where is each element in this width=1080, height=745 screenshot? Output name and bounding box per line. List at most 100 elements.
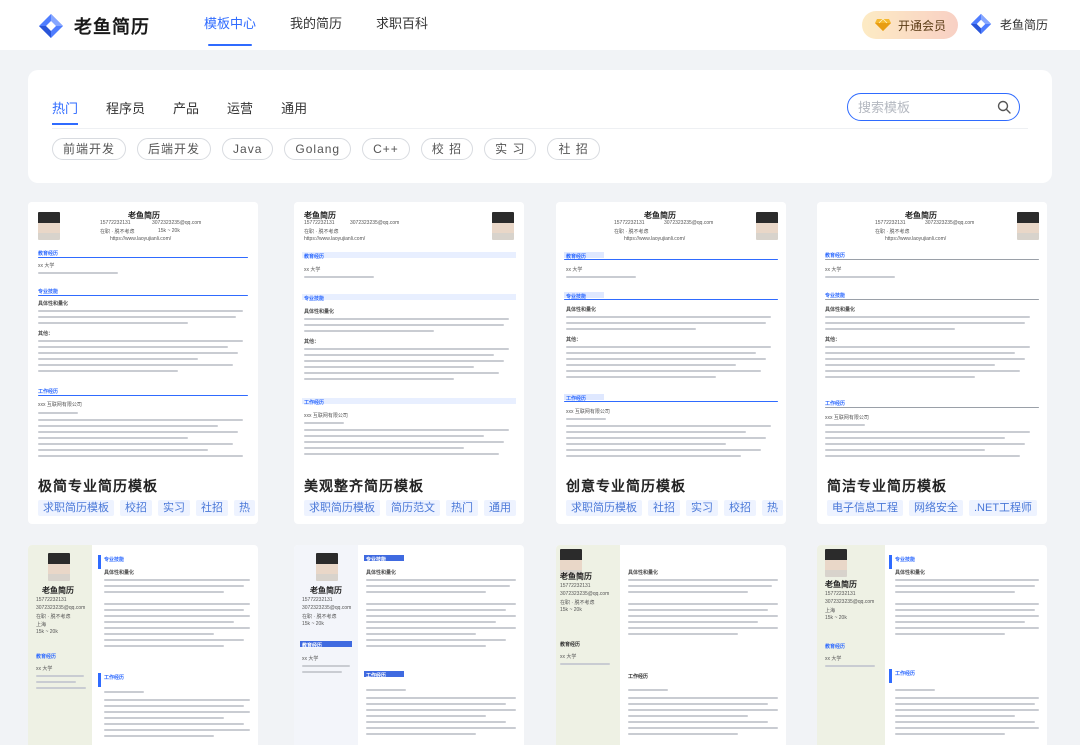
resume-phone: 15772232131	[36, 597, 67, 603]
card-tag[interactable]: 求职简历模板	[38, 500, 114, 516]
card-tag[interactable]: 网络安全	[909, 500, 963, 516]
card-tag[interactable]: .NET工程师	[969, 500, 1038, 516]
card-tag[interactable]: 实习	[158, 500, 190, 516]
tag-golang[interactable]: Golang	[284, 138, 352, 160]
resume-school: xx 大学	[38, 263, 55, 269]
tag-cpp[interactable]: C++	[362, 138, 410, 160]
section-work: 工作经历	[366, 673, 387, 679]
card-title[interactable]: 美观整齐简历模板	[304, 476, 424, 496]
resume-phone: 15772232131	[302, 597, 333, 603]
resume-company: xxx 互联网有限公司	[38, 402, 82, 408]
section-education: 教育经历	[825, 644, 846, 650]
vip-button[interactable]: 开通会员	[862, 11, 958, 39]
card-title[interactable]: 创意专业简历模板	[566, 476, 686, 496]
resume-phone: 15772232131	[304, 220, 335, 226]
section-education: 教育经历	[36, 654, 57, 660]
resume-phone: 15772232131	[875, 220, 906, 226]
card-tag[interactable]: 求职简历模板	[566, 500, 642, 516]
other-title: 其他：	[38, 331, 54, 337]
tag-campus[interactable]: 校 招	[420, 138, 474, 160]
card-tag[interactable]: 通用	[484, 500, 516, 516]
resume-city: 上海	[36, 622, 47, 628]
nav-job-wiki[interactable]: 求职百科	[376, 0, 428, 50]
card-tag[interactable]: 求职简历模板	[304, 500, 380, 516]
section-education: 教育经历	[38, 251, 59, 257]
card-tag[interactable]: 热	[234, 500, 255, 516]
site-logo[interactable]: 老鱼简历	[38, 13, 150, 39]
template-card[interactable]: 老鱼简历 15772232131 3072323235@qq.com 上海 15…	[817, 545, 1047, 745]
template-card[interactable]: 老鱼简历 15772232131 3072323235@qq.com 在职 · …	[294, 545, 524, 745]
tab-general[interactable]: 通用	[281, 98, 307, 117]
resume-status: 在职 · 脱不考虑	[304, 229, 339, 235]
card-title[interactable]: 极简专业简历模板	[38, 476, 158, 496]
tab-operations[interactable]: 运营	[227, 98, 253, 117]
section-skills: 专业技能	[825, 293, 846, 299]
divider	[52, 128, 1028, 129]
tab-programmer[interactable]: 程序员	[106, 98, 145, 117]
section-work: 工作经历	[304, 400, 325, 406]
section-education: 教育经历	[825, 253, 846, 259]
nav-template-center[interactable]: 模板中心	[204, 0, 256, 50]
section-education: 教育经历	[302, 643, 323, 649]
resume-email: 3072323235@qq.com	[36, 605, 86, 611]
card-title[interactable]: 简洁专业简历模板	[827, 476, 947, 496]
card-tag[interactable]: 实习	[686, 500, 718, 516]
other-title: 其他：	[304, 339, 320, 345]
template-card[interactable]: 老鱼简历 15772232131 3072323235@qq.com 在职 · …	[556, 545, 786, 745]
resume-school: xx 大学	[304, 267, 321, 273]
top-header: 老鱼简历 模板中心 我的简历 求职百科 开通会员 老鱼简历	[0, 0, 1080, 50]
resume-photo	[756, 212, 778, 240]
resume-phone: 15772232131	[100, 220, 131, 226]
card-tag[interactable]: 社招	[648, 500, 680, 516]
card-tag[interactable]: 电子信息工程	[827, 500, 903, 516]
tag-filters: 前端开发 后端开发 Java Golang C++ 校 招 实 习 社 招	[52, 138, 600, 160]
card-tag[interactable]: 热	[762, 500, 783, 516]
template-card[interactable]: 老鱼简历 15772232131 3072323235@qq.com 在职 · …	[28, 545, 258, 745]
tag-social[interactable]: 社 招	[547, 138, 600, 160]
user-profile[interactable]: 老鱼简历	[970, 13, 1048, 35]
card-tag[interactable]: 热门	[446, 500, 478, 516]
skill-title: 具体性和量化	[38, 301, 69, 307]
template-card[interactable]: 老鱼简历 15772232131 3072323235@qq.com 在职 · …	[556, 202, 786, 524]
resume-email: 3072323235@qq.com	[302, 605, 352, 611]
search-box[interactable]	[847, 93, 1020, 121]
resume-school: xx 大学	[825, 656, 842, 662]
resume-school: xx 大学	[560, 654, 577, 660]
resume-preview[interactable]: 老鱼简历 15772232131 3072323235@qq.com 在职 · …	[556, 202, 786, 464]
card-tag[interactable]: 简历范文	[386, 500, 440, 516]
skill-title: 具体性和量化	[825, 307, 856, 313]
resume-company: xxx 互联网有限公司	[304, 413, 348, 419]
tag-java[interactable]: Java	[222, 138, 274, 160]
search-input[interactable]	[858, 99, 997, 115]
tab-product[interactable]: 产品	[173, 98, 199, 117]
resume-school: xx 大学	[302, 656, 319, 662]
tag-backend[interactable]: 后端开发	[137, 138, 212, 160]
search-icon[interactable]	[997, 100, 1011, 114]
card-tags: 求职简历模板 社招 实习 校招 热	[566, 500, 786, 516]
template-card[interactable]: 老鱼简历 15772232131 3072323235@qq.com 在职 · …	[28, 202, 258, 524]
resume-photo	[38, 212, 60, 240]
resume-preview[interactable]: 老鱼简历 15772232131 3072323235@qq.com 在职 · …	[294, 202, 524, 464]
card-tags: 电子信息工程 网络安全 .NET工程师	[827, 500, 1047, 516]
resume-email: 3072323235@qq.com	[825, 599, 875, 605]
filter-panel: 热门 程序员 产品 运营 通用 前端开发 后端开发 Java Golang C+…	[28, 70, 1052, 183]
resume-school: xx 大学	[36, 666, 53, 672]
template-card[interactable]: 老鱼简历 15772232131 3072323235@qq.com 在职 · …	[294, 202, 524, 524]
card-tag[interactable]: 社招	[196, 500, 228, 516]
resume-preview[interactable]: 老鱼简历 15772232131 3072323235@qq.com 在职 · …	[28, 202, 258, 464]
card-tag[interactable]: 校招	[120, 500, 152, 516]
tag-intern[interactable]: 实 习	[484, 138, 537, 160]
template-card[interactable]: 老鱼简历 15772232131 3072323235@qq.com 在职 · …	[817, 202, 1047, 524]
tag-frontend[interactable]: 前端开发	[52, 138, 127, 160]
card-tag[interactable]: 校招	[724, 500, 756, 516]
section-work: 工作经历	[825, 401, 846, 407]
main-nav: 模板中心 我的简历 求职百科	[204, 0, 428, 50]
resume-school: xx 大学	[825, 267, 842, 273]
skill-title: 具体性和量化	[304, 309, 335, 315]
resume-email: 3072323235@qq.com	[560, 591, 610, 597]
nav-my-resume[interactable]: 我的简历	[290, 0, 342, 50]
resume-salary: 15k ~ 20k	[158, 228, 180, 234]
resume-preview[interactable]: 老鱼简历 15772232131 3072323235@qq.com 在职 · …	[817, 202, 1047, 464]
avatar-logo-icon	[970, 13, 992, 35]
tab-hot[interactable]: 热门	[52, 98, 79, 125]
